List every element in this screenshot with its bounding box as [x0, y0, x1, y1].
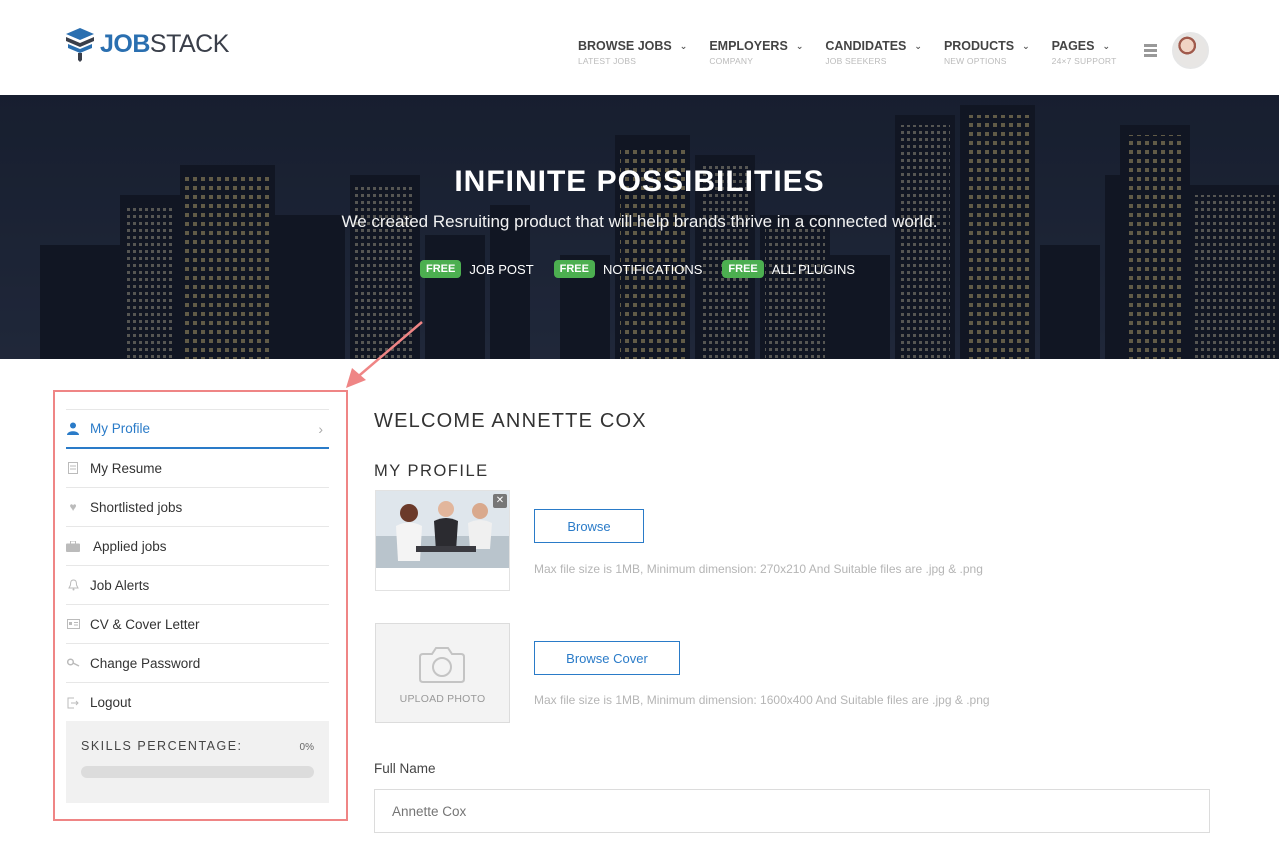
user-icon	[66, 422, 80, 436]
feature-label: JOB POST	[469, 261, 534, 277]
sidebar-item-label: Logout	[90, 695, 132, 710]
welcome-heading: WELCOME ANNETTE COX	[374, 410, 647, 432]
nav-label: CANDIDATES	[825, 39, 907, 53]
hero-subtitle: We created Resruiting product that will …	[341, 212, 938, 231]
nav-employers[interactable]: EMPLOYERS ⌄ COMPANY	[709, 39, 803, 66]
nav-label: EMPLOYERS	[709, 39, 788, 53]
feature-job-post: FREE JOB POST	[420, 260, 534, 278]
photo-size-hint: Max file size is 1MB, Minimum dimension:…	[534, 562, 983, 576]
nav-sublabel: LATEST JOBS	[578, 56, 637, 66]
document-icon	[66, 461, 80, 475]
logo[interactable]: JOBSTACK	[64, 26, 229, 62]
sidebar-item-label: Applied jobs	[93, 538, 167, 554]
feature-label: NOTIFICATIONS	[602, 261, 703, 277]
sidebar-item-label: CV & Cover Letter	[90, 616, 200, 632]
sidebar-item-label: Change Password	[90, 655, 201, 671]
sidebar-item-applied-jobs[interactable]: Applied jobs	[66, 527, 329, 566]
sidebar-item-label: Job Alerts	[90, 577, 150, 593]
sidebar-item-my-resume[interactable]: My Resume	[66, 449, 329, 488]
skills-panel: SKILLS PERCENTAGE: 0%	[66, 721, 329, 803]
nav-label: PRODUCTS	[943, 39, 1015, 53]
hero-banner: INFINITE POSSIBILITIES We created Resrui…	[0, 95, 1279, 359]
camera-icon	[419, 647, 465, 683]
feature-notifications: FREE NOTIFICATIONS	[553, 260, 703, 278]
nav-sublabel: JOB SEEKERS	[825, 56, 887, 66]
hamburger-menu-icon[interactable]	[1144, 44, 1157, 59]
nav-label: BROWSE JOBS	[578, 39, 672, 53]
free-badge: FREE	[553, 260, 595, 278]
main-nav: BROWSE JOBS ⌄ LATEST JOBS EMPLOYERS ⌄ COMP…	[578, 39, 1138, 66]
briefcase-icon	[66, 539, 80, 553]
upload-cover-photo-box[interactable]: UPLOAD PHOTO	[375, 623, 510, 723]
skills-label: SKILLS PERCENTAGE:	[81, 739, 243, 753]
bell-icon	[66, 578, 80, 592]
skills-percentage: 0%	[299, 742, 314, 753]
sidebar-item-label: My Resume	[90, 460, 163, 476]
chevron-down-icon: ⌄	[679, 41, 688, 51]
section-title: MY PROFILE	[374, 462, 489, 480]
site-header: JOBSTACK BROWSE JOBS ⌄ LATEST JOBS EMPLOY…	[0, 0, 1279, 95]
sidebar-item-logout[interactable]: Logout	[66, 683, 329, 722]
full-name-label: Full Name	[374, 761, 436, 776]
sidebar-item-cv-cover-letter[interactable]: CV & Cover Letter	[66, 605, 329, 644]
avatar[interactable]	[1172, 32, 1209, 69]
sidebar-menu: My Profile › My Resume ♥ Shortlisted job…	[66, 409, 329, 722]
sidebar-item-change-password[interactable]: Change Password	[66, 644, 329, 683]
logo-text: JOBSTACK	[100, 29, 229, 58]
profile-photo	[376, 491, 509, 568]
key-icon	[66, 656, 80, 670]
feature-label: ALL PLUGINS	[771, 261, 856, 277]
cover-size-hint: Max file size is 1MB, Minimum dimension:…	[534, 693, 990, 707]
free-badge: FREE	[420, 260, 462, 278]
annotation-arrow	[346, 321, 423, 388]
chevron-down-icon: ⌄	[914, 41, 922, 51]
nav-label: PAGES	[1051, 39, 1095, 53]
sidebar-item-job-alerts[interactable]: Job Alerts	[66, 566, 329, 605]
browse-button[interactable]: Browse	[534, 509, 644, 543]
chevron-down-icon: ⌄	[1102, 41, 1111, 51]
free-badge: FREE	[722, 260, 764, 278]
logo-icon	[66, 28, 94, 62]
remove-photo-close-icon[interactable]: ✕	[493, 494, 507, 508]
chevron-down-icon: ⌄	[1022, 41, 1030, 51]
nav-browse-jobs[interactable]: BROWSE JOBS ⌄ LATEST JOBS	[578, 39, 687, 66]
feature-all-plugins: FREE ALL PLUGINS	[722, 260, 855, 278]
sidebar-item-label: My Profile	[90, 421, 151, 436]
nav-pages[interactable]: PAGES ⌄ 24×7 SUPPORT	[1052, 39, 1117, 66]
nav-sublabel: COMPANY	[709, 56, 754, 66]
nav-candidates[interactable]: CANDIDATES ⌄ JOB SEEKERS	[825, 39, 922, 66]
heart-icon: ♥	[69, 500, 77, 514]
sidebar-item-label: Shortlisted jobs	[90, 499, 183, 515]
id-card-icon	[66, 617, 80, 631]
upload-photo-label: UPLOAD PHOTO	[399, 693, 486, 705]
full-name-input[interactable]	[374, 789, 1210, 833]
chevron-right-icon: ›	[318, 420, 323, 437]
sidebar-item-my-profile[interactable]: My Profile ›	[66, 410, 329, 449]
nav-products[interactable]: PRODUCTS ⌄ NEW OPTIONS	[944, 39, 1030, 66]
chevron-down-icon: ⌄	[795, 41, 804, 51]
browse-cover-button[interactable]: Browse Cover	[534, 641, 680, 675]
nav-sublabel: 24×7 SUPPORT	[1051, 56, 1117, 66]
profile-photo-preview	[375, 490, 510, 591]
skills-progress-bar	[81, 766, 314, 778]
hero-title: INFINITE POSSIBILITIES	[454, 165, 825, 198]
sidebar-item-shortlisted-jobs[interactable]: ♥ Shortlisted jobs	[66, 488, 329, 527]
nav-sublabel: NEW OPTIONS	[943, 56, 1007, 66]
logout-icon	[66, 696, 80, 710]
hero-features: FREE JOB POST FREE NOTIFICATIONS FREE AL…	[420, 260, 875, 278]
